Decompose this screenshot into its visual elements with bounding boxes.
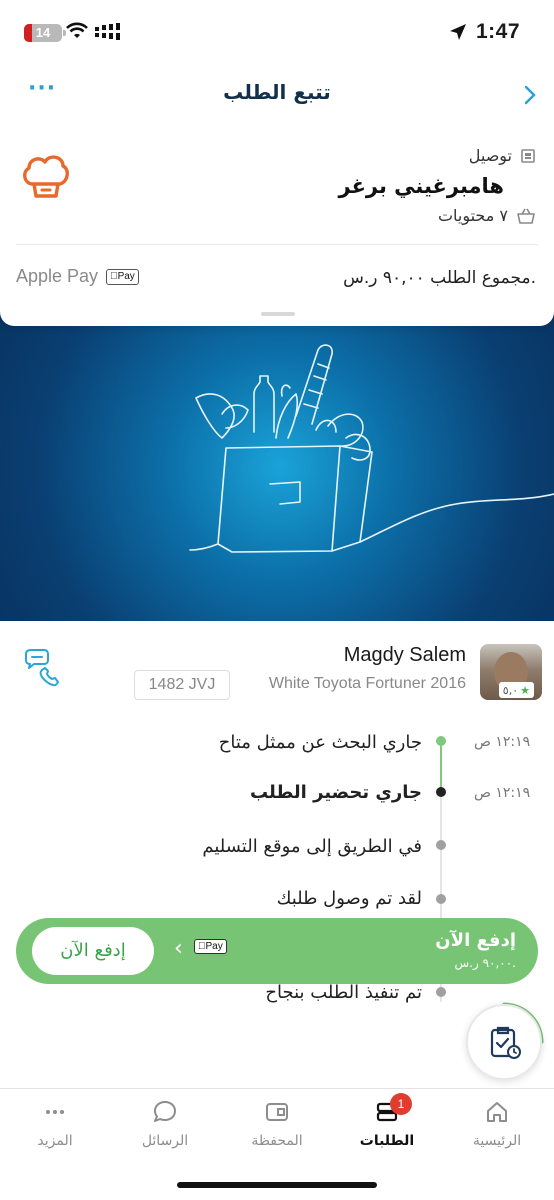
- apple-pay-badge-text: Pay: [198, 941, 223, 952]
- payment-method-label: Apple Pay: [16, 266, 99, 286]
- timeline-step: جاري البحث عن ممثل متاح: [218, 732, 422, 753]
- page-title: تتبع الطلب: [223, 80, 331, 104]
- basket-icon: [517, 208, 535, 224]
- apple-pay-icon: Pay: [194, 939, 227, 954]
- order-history-button[interactable]: [466, 1004, 542, 1080]
- location-arrow-icon: [450, 24, 466, 40]
- pay-now-amount: ٩٠,٠٠ ر.س.: [454, 956, 516, 970]
- license-plate: 1482 JVJ: [134, 670, 230, 700]
- timeline-dot-done: [436, 736, 446, 746]
- rating-value: ٥,٠: [502, 683, 519, 697]
- home-indicator: [177, 1182, 377, 1188]
- timeline-time: ١٢:١٩ ص: [474, 734, 531, 750]
- nav-more-label: المزيد: [37, 1133, 73, 1149]
- apple-pay-icon: Pay: [106, 268, 139, 285]
- order-card: توصيل هامبرغيني برغر ٧ محتويات مجموع الط…: [0, 124, 554, 326]
- home-icon: [487, 1102, 507, 1122]
- delivery-label: توصيل: [468, 146, 512, 165]
- signal-icon: [95, 23, 120, 40]
- nav-messages-label: الرسائل: [141, 1133, 189, 1149]
- pay-now-bar[interactable]: إدفع الآن ‹ Pay إدفع الآن ٩٠,٠٠ ر.س.: [16, 918, 538, 984]
- more-icon: [46, 1110, 64, 1114]
- pay-now-title: إدفع الآن: [435, 930, 516, 951]
- nav-orders-label: الطلبات: [359, 1133, 415, 1149]
- timeline-progress: [440, 742, 442, 792]
- star-icon: ★: [520, 683, 530, 697]
- timeline-dot-pending: [436, 987, 446, 997]
- timeline-dot-pending: [436, 894, 446, 904]
- clock: 1:47: [475, 20, 520, 43]
- battery-icon: 14: [24, 24, 66, 42]
- timeline-time: ١٢:١٩ ص: [474, 785, 531, 801]
- chef-hat-icon: [23, 155, 69, 198]
- status-bar: 14 1:47: [0, 0, 554, 66]
- order-total: مجموع الطلب ٩٠,٠٠ ر.س.: [343, 268, 536, 288]
- items-count: ٧ محتويات: [437, 206, 508, 225]
- nav-more[interactable]: المزيد: [10, 1099, 100, 1149]
- battery-level: 14: [35, 25, 51, 40]
- payment-method: Apple Pay Pay: [16, 266, 139, 287]
- delivery-icon: [521, 148, 535, 163]
- courier-name: Magdy Salem: [343, 644, 466, 666]
- nav-home[interactable]: الرئيسية: [452, 1099, 542, 1149]
- nav-home-label: الرئيسية: [472, 1133, 522, 1149]
- messages-icon: [154, 1101, 176, 1122]
- store-name: هامبرغيني برغر: [338, 174, 505, 198]
- timeline-step-current: جاري تحضير الطلب: [249, 782, 422, 803]
- drag-handle[interactable]: [261, 312, 295, 316]
- call-chat-icon[interactable]: [22, 648, 66, 688]
- timeline-dot-pending: [436, 840, 446, 850]
- apple-pay-badge-text: Pay: [110, 270, 135, 282]
- orders-badge: 1: [390, 1093, 412, 1115]
- wifi-icon: [66, 22, 88, 38]
- delivery-type: توصيل: [469, 146, 536, 165]
- divider: [16, 244, 538, 245]
- timeline-step: في الطريق إلى موقع التسليم: [202, 836, 422, 857]
- timeline-step: لقد تم وصول طلبك: [276, 888, 422, 909]
- courier-rating: ٥,٠ ★: [498, 682, 534, 698]
- header: ··· تتبع الطلب: [0, 66, 554, 122]
- nav-wallet-label: المحفظة: [251, 1133, 303, 1149]
- timeline-dot-current: [436, 787, 446, 797]
- nav-wallet[interactable]: المحفظة: [232, 1099, 322, 1149]
- chevron-left-icon: ‹: [174, 936, 183, 961]
- nav-orders[interactable]: 1 الطلبات: [342, 1093, 432, 1149]
- back-chevron-icon[interactable]: [522, 84, 538, 106]
- courier-vehicle: White Toyota Fortuner 2016: [268, 675, 466, 692]
- items-count-row[interactable]: ٧ محتويات: [438, 206, 536, 225]
- order-history-icon: [490, 1026, 521, 1059]
- timeline-step: تم تنفيذ الطلب بنجاح: [265, 982, 422, 1003]
- nav-messages[interactable]: الرسائل: [120, 1099, 210, 1149]
- pay-now-button[interactable]: إدفع الآن: [32, 927, 154, 975]
- wallet-icon: [266, 1103, 288, 1121]
- grocery-illustration: [0, 306, 554, 621]
